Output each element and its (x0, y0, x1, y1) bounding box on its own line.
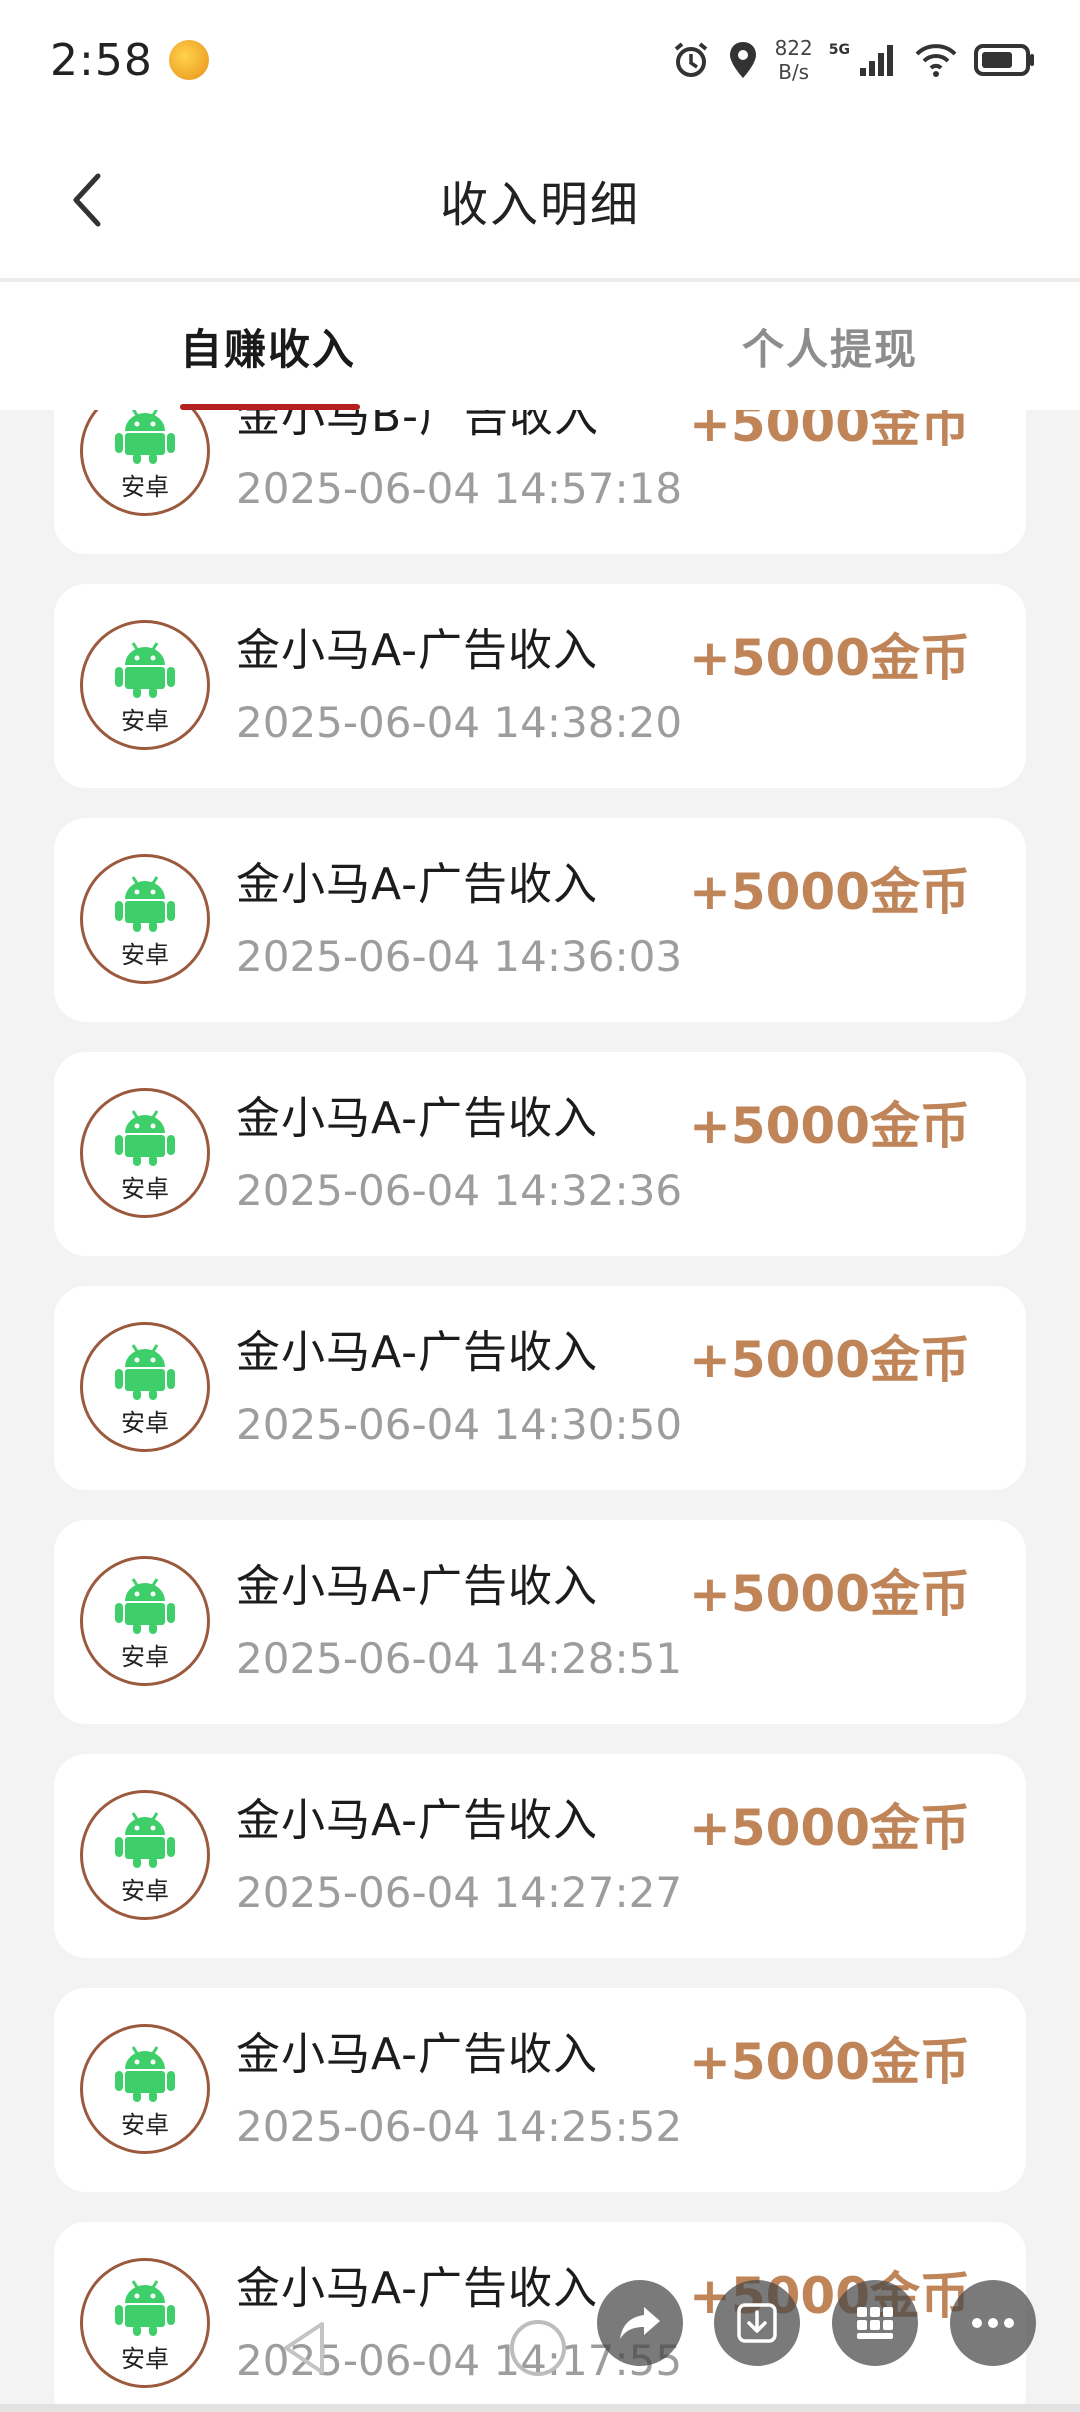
record-amount: +5000金币 (688, 1799, 970, 1857)
status-right: 822 B/s 5G (671, 38, 1036, 82)
record-item[interactable]: 安卓 金小马A-广告收入 2025-06-04 14:38:20 +5000金币 (54, 584, 1026, 788)
share-icon (620, 2307, 660, 2339)
record-item[interactable]: 安卓 金小马B-广告收入 2025-06-04 14:57:18 +5000金币 (54, 410, 1026, 554)
android-badge: 安卓 (80, 854, 210, 984)
record-time: 2025-06-04 14:30:50 (236, 1400, 683, 1449)
record-time: 2025-06-04 14:36:03 (236, 932, 683, 981)
record-title: 金小马A-广告收入 (236, 625, 599, 676)
wifi-icon (914, 42, 958, 78)
android-icon (115, 1578, 175, 1634)
record-time: 2025-06-04 14:32:36 (236, 1166, 683, 1215)
record-item[interactable]: 安卓 金小马A-广告收入 2025-06-04 14:36:03 +5000金币 (54, 818, 1026, 1022)
tab-label: 自赚收入 (180, 324, 357, 374)
badge-label: 安卓 (121, 473, 169, 501)
tab-label: 个人提现 (741, 324, 918, 374)
record-time: 2025-06-04 14:27:27 (236, 1868, 683, 1917)
status-left: 2:58 (50, 35, 209, 86)
android-badge: 安卓 (80, 1556, 210, 1686)
record-title: 金小马A-广告收入 (236, 859, 599, 910)
record-item[interactable]: 安卓 金小马A-广告收入 2025-06-04 14:27:27 +5000金币 (54, 1754, 1026, 1958)
android-icon (115, 2280, 175, 2336)
tab-withdraw[interactable]: 个人提现 (540, 282, 1080, 410)
grid-button[interactable] (832, 2280, 918, 2366)
battery-icon (974, 43, 1036, 77)
bottom-edge (0, 2404, 1080, 2412)
tabs: 自赚收入 个人提现 (0, 282, 1080, 410)
record-title: 金小马A-广告收入 (236, 1561, 599, 1612)
grid-icon (857, 2307, 893, 2339)
tab-self-earned[interactable]: 自赚收入 (0, 282, 540, 410)
records-list-content: 安卓 金小马B-广告收入 2025-06-04 14:57:18 +5000金币… (0, 410, 1080, 2412)
status-time: 2:58 (50, 34, 153, 86)
net-speed-value: 822 (774, 36, 813, 60)
android-icon (115, 1812, 175, 1868)
network-type: 5G (828, 42, 850, 58)
android-icon (115, 2046, 175, 2102)
record-time: 2025-06-04 14:38:20 (236, 698, 683, 747)
system-back-icon[interactable] (280, 2320, 330, 2380)
android-badge: 安卓 (80, 2258, 210, 2388)
record-amount: +5000金币 (688, 629, 970, 687)
more-button[interactable] (950, 2280, 1036, 2366)
record-amount: +5000金币 (688, 410, 970, 453)
record-title: 金小马A-广告收入 (236, 1093, 599, 1144)
net-speed-unit: B/s (778, 60, 810, 84)
record-amount: +5000金币 (688, 863, 970, 921)
android-icon (115, 410, 175, 464)
record-item[interactable]: 安卓 金小马A-广告收入 2025-06-04 14:30:50 +5000金币 (54, 1286, 1026, 1490)
record-item[interactable]: 安卓 金小马A-广告收入 2025-06-04 14:25:52 +5000金币 (54, 1988, 1026, 2192)
record-time: 2025-06-04 14:28:51 (236, 1634, 683, 1683)
download-icon (737, 2303, 777, 2343)
android-badge: 安卓 (80, 2024, 210, 2154)
share-button[interactable] (597, 2280, 683, 2366)
badge-label: 安卓 (121, 2345, 169, 2373)
android-icon (115, 876, 175, 932)
android-badge: 安卓 (80, 620, 210, 750)
nav-header: 收入明细 (0, 120, 1080, 280)
back-arrow-icon (73, 173, 101, 227)
record-title: 金小马A-广告收入 (236, 1327, 599, 1378)
status-bar: 2:58 822 B/s 5G (0, 0, 1080, 120)
android-badge: 安卓 (80, 1322, 210, 1452)
badge-label: 安卓 (121, 1175, 169, 1203)
record-title: 金小马A-广告收入 (236, 2029, 599, 2080)
record-time: 2025-06-04 14:25:52 (236, 2102, 683, 2151)
alarm-icon (671, 40, 711, 80)
location-icon (727, 40, 759, 80)
more-icon (972, 2318, 1014, 2328)
record-time: 2025-06-04 14:57:18 (236, 464, 683, 513)
signal-icon (858, 42, 898, 78)
record-title: 金小马A-广告收入 (236, 2263, 599, 2314)
page-title: 收入明细 (439, 177, 640, 233)
badge-label: 安卓 (121, 707, 169, 735)
record-item[interactable]: 安卓 金小马A-广告收入 2025-06-04 14:32:36 +5000金币 (54, 1052, 1026, 1256)
badge-label: 安卓 (121, 1643, 169, 1671)
screen: 2:58 822 B/s 5G 收入明细 自赚收入 个人提现 安卓 金小马B-广… (0, 0, 1080, 2412)
android-badge: 安卓 (80, 410, 210, 516)
record-item[interactable]: 安卓 金小马A-广告收入 2025-06-04 14:28:51 +5000金币 (54, 1520, 1026, 1724)
badge-label: 安卓 (121, 1877, 169, 1905)
record-amount: +5000金币 (688, 2033, 970, 2091)
badge-label: 安卓 (121, 2111, 169, 2139)
record-title: 金小马A-广告收入 (236, 1795, 599, 1846)
record-amount: +5000金币 (688, 1331, 970, 1389)
android-icon (115, 1344, 175, 1400)
record-amount: +5000金币 (688, 1097, 970, 1155)
record-amount: +5000金币 (688, 1565, 970, 1623)
system-home-icon[interactable] (510, 2320, 566, 2376)
back-button[interactable] (56, 165, 116, 235)
android-badge: 安卓 (80, 1790, 210, 1920)
app-coin-icon (168, 40, 209, 80)
badge-label: 安卓 (121, 941, 169, 969)
badge-label: 安卓 (121, 1409, 169, 1437)
android-icon (115, 642, 175, 698)
record-title: 金小马B-广告收入 (236, 410, 600, 442)
records-list[interactable]: 安卓 金小马B-广告收入 2025-06-04 14:57:18 +5000金币… (0, 410, 1080, 2412)
android-icon (115, 1110, 175, 1166)
download-button[interactable] (714, 2280, 800, 2366)
android-badge: 安卓 (80, 1088, 210, 1218)
net-speed: 822 B/s (775, 38, 813, 82)
